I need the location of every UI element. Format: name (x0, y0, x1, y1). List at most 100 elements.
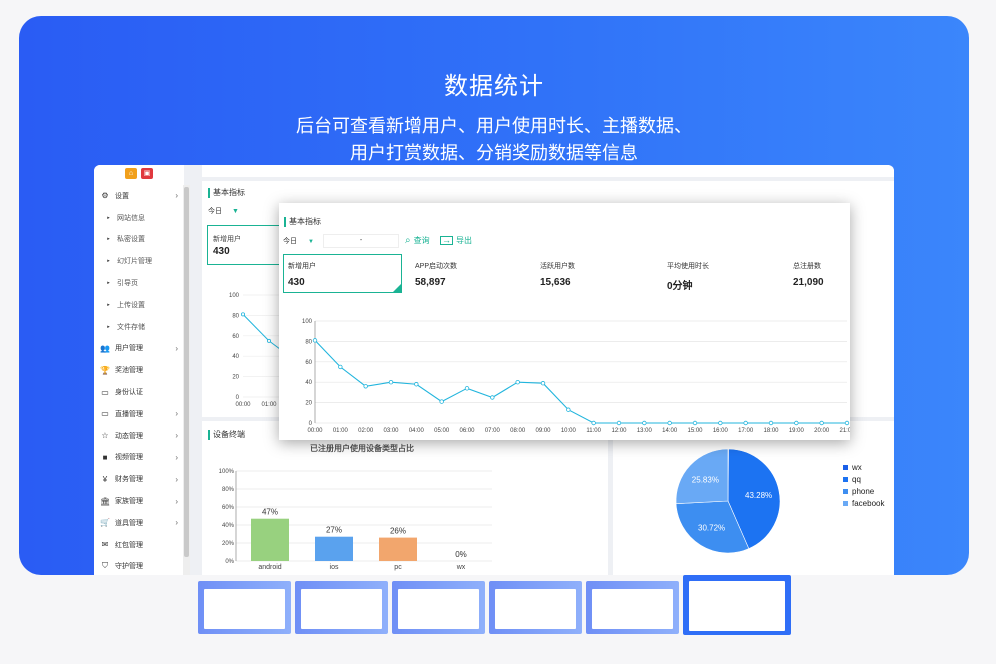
legend-label: phone (852, 487, 875, 496)
data-point[interactable] (338, 364, 343, 370)
pie-slice-label: 30.72% (698, 524, 725, 533)
y-tick-label: 20 (232, 375, 239, 381)
x-tick-label: 16:00 (713, 428, 729, 434)
bar[interactable] (379, 537, 417, 561)
sidebar-item[interactable]: 👥 用户管理 › (94, 338, 184, 360)
legend-item[interactable]: phone (843, 487, 884, 496)
sidebar-item[interactable]: 🏛 家族管理 › (94, 490, 184, 512)
pie-slice-label: 25.83% (692, 476, 719, 485)
sidebar-item-label: 设置 (115, 192, 129, 200)
data-point[interactable] (464, 386, 470, 391)
legend-label: qq (852, 475, 861, 484)
sidebar-item[interactable]: ✉ 红包管理 (94, 534, 184, 556)
data-point[interactable] (540, 381, 546, 386)
chevron-right-icon: › (175, 409, 178, 419)
x-tick-label: 20:00 (814, 428, 830, 434)
bullet-icon: ▸ (107, 258, 110, 265)
y-tick-label: 0 (309, 421, 313, 427)
legend-swatch (843, 489, 848, 494)
data-point[interactable] (363, 384, 368, 389)
query-button[interactable]: ⌕ 查询 (405, 235, 430, 246)
video-icon: ■ (102, 452, 108, 462)
sidebar-scrollbar[interactable] (183, 185, 190, 575)
bullet-icon: ▸ (107, 301, 110, 308)
sidebar-item[interactable]: ▭ 身份认证 (94, 381, 184, 403)
sidebar-item[interactable]: ▸ 文件存储 (94, 316, 184, 338)
data-point[interactable] (692, 420, 698, 426)
new-users-label: 新增用户 (213, 236, 241, 243)
export-label: 导出 (456, 236, 472, 245)
hourly-line-chart: 100 80 60 40 20 000:00 01:00 02:00 03:00 04:00 05:… (302, 319, 850, 434)
stat-label: 平均使用时长 (667, 263, 709, 270)
data-point[interactable] (768, 420, 774, 426)
legend-item[interactable]: qq (843, 475, 884, 484)
sidebar-item[interactable]: 🏆 奖池管理 (94, 359, 184, 381)
sidebar-item-label: 上传设置 (117, 301, 145, 309)
hero-subtitle: 后台可查看新增用户、用户使用时长、主播数据、 用户打赏数据、分销奖励数据等信息 (19, 113, 969, 167)
data-point[interactable] (312, 338, 318, 343)
data-point[interactable] (591, 420, 596, 426)
thumbnail-3[interactable] (392, 581, 485, 634)
sidebar-item-label: 引导页 (117, 280, 138, 288)
date-range-input[interactable]: - (323, 234, 399, 248)
legend-item[interactable]: facebook (843, 499, 884, 508)
data-point[interactable] (490, 395, 495, 400)
thumbnail-5[interactable] (586, 581, 679, 634)
data-point[interactable] (616, 420, 622, 426)
section-title: 基本指标 (208, 188, 245, 198)
sidebar-item[interactable]: ▸ 幻灯片管理 (94, 250, 184, 272)
data-point[interactable] (414, 382, 419, 387)
bar[interactable] (315, 536, 353, 561)
data-point[interactable] (794, 420, 799, 426)
y-tick-label: 40 (305, 380, 312, 386)
sidebar-item[interactable]: ▭ 直播管理 › (94, 403, 184, 425)
stat-value: 15,636 (540, 277, 571, 288)
hero-subtitle-line-2: 用户打赏数据、分销奖励数据等信息 (350, 143, 638, 163)
bar[interactable] (251, 518, 289, 561)
data-point[interactable] (515, 379, 520, 385)
stat-tile[interactable]: 新增用户 430 (288, 261, 316, 288)
home-icon[interactable]: ⌂ (125, 168, 137, 179)
data-point[interactable] (667, 420, 672, 426)
trash-icon[interactable]: ▣ (141, 168, 153, 179)
data-point[interactable] (844, 420, 850, 426)
data-point[interactable] (388, 379, 394, 385)
x-tick-label: 05:00 (434, 428, 450, 434)
sidebar-item-label: 直播管理 (115, 410, 143, 418)
y-tick-label: 20 (305, 401, 312, 407)
thumbnail-6-active[interactable] (683, 575, 791, 635)
sidebar-item[interactable]: ▸ 私密设置 (94, 229, 184, 251)
data-point[interactable] (240, 312, 245, 317)
thumbnail-4[interactable] (489, 581, 582, 634)
sidebar-item[interactable]: ☆ 动态管理 › (94, 425, 184, 447)
sidebar-item[interactable]: ⚙ 设置 › (94, 185, 184, 207)
x-tick-label: 01:00 (261, 402, 277, 408)
display-icon: ▭ (101, 409, 109, 419)
pie-chart: 0.17%43.28%30.72%25.83% (675, 448, 781, 554)
sidebar-item[interactable]: ▸ 上传设置 (94, 294, 184, 316)
export-button[interactable]: → 导出 (440, 235, 472, 246)
sidebar-item[interactable]: ■ 视频管理 › (94, 447, 184, 469)
series-line (314, 340, 847, 424)
thumbnail-2[interactable] (295, 581, 388, 634)
new-users-value: 430 (213, 246, 230, 257)
data-point[interactable] (267, 338, 272, 343)
data-point[interactable] (718, 420, 723, 426)
new-users-tile[interactable]: 新增用户 430 (207, 225, 283, 265)
sidebar-item[interactable]: ▸ 引导页 (94, 272, 184, 294)
date-filter-select[interactable]: 今日 ▼ (207, 205, 245, 219)
data-point[interactable] (566, 407, 571, 412)
sidebar-item[interactable]: 🛒 道具管理 › (94, 512, 184, 534)
sidebar-item-label: 身份认证 (115, 389, 143, 397)
sidebar-item[interactable]: ▸ 网站信息 (94, 207, 184, 229)
data-point[interactable] (642, 420, 647, 426)
sidebar-item[interactable]: ¥ 财务管理 › (94, 468, 184, 490)
legend-item[interactable]: wx (843, 463, 884, 472)
data-point[interactable] (439, 399, 444, 404)
thumbnail-1[interactable] (198, 581, 291, 634)
x-tick-label: 00:00 (235, 402, 251, 408)
sidebar-item[interactable]: ⛉ 守护管理 (94, 556, 184, 575)
data-point[interactable] (819, 420, 824, 426)
overlay-date-filter[interactable]: 今日 ▼ (283, 236, 319, 248)
data-point[interactable] (743, 420, 748, 426)
